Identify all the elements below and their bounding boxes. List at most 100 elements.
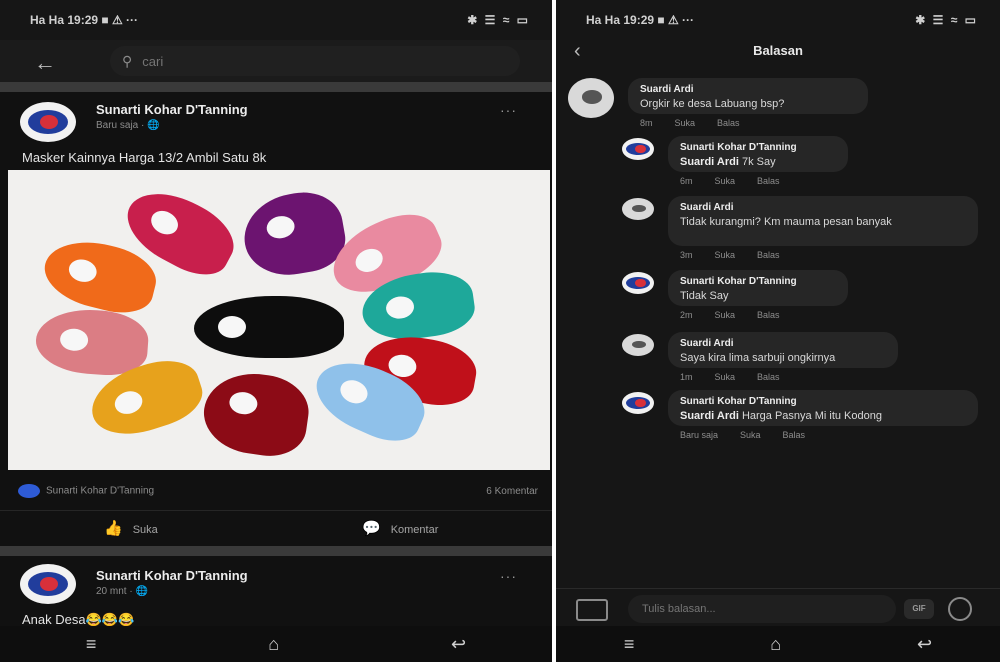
replies-header: ‹ Balasan bbox=[556, 40, 1000, 66]
emoji-icon[interactable] bbox=[948, 597, 972, 621]
reply-time: 3m bbox=[680, 250, 693, 260]
back-icon[interactable]: ↩ bbox=[917, 634, 932, 655]
status-bar: Ha Ha 19:29 ■ ⚠ ··· ✱ ☰ ≈ ▭ bbox=[556, 0, 1000, 40]
home-icon[interactable]: ⌂ bbox=[268, 634, 279, 655]
more-options-icon[interactable]: ··· bbox=[500, 568, 517, 584]
comments-count[interactable]: 6 Komentar bbox=[486, 486, 538, 497]
system-nav-bar: ≡ ⌂ ↩ bbox=[556, 626, 1000, 662]
reply-bubble: Sunarti Kohar D'Tanning Suardi Ardi 7k S… bbox=[668, 136, 848, 172]
post-meta: 20 mnt · 🌐 bbox=[96, 586, 148, 597]
status-bar: Ha Ha 19:29 ■ ⚠ ··· ✱ ☰ ≈ ▭ bbox=[0, 0, 552, 40]
camera-icon[interactable] bbox=[576, 599, 608, 621]
reply-meta: 8m Suka Balas bbox=[640, 118, 762, 128]
feed-divider bbox=[0, 546, 552, 556]
post-meta: Baru saja · 🌐 bbox=[96, 120, 160, 131]
reply-bubble: Suardi Ardi Orgkir ke desa Labuang bsp? bbox=[628, 78, 868, 114]
post-photo[interactable] bbox=[8, 170, 550, 470]
reply-bubble: Sunarti Kohar D'Tanning Tidak Say bbox=[668, 270, 848, 306]
avatar[interactable] bbox=[622, 334, 654, 356]
avatar[interactable] bbox=[622, 272, 654, 294]
reply-text: Suardi Ardi Harga Pasnya Mi itu Kodong bbox=[680, 409, 966, 423]
reply-reply-link[interactable]: Balas bbox=[757, 250, 780, 260]
search-input[interactable] bbox=[140, 52, 445, 70]
menu-icon[interactable]: ≡ bbox=[624, 634, 635, 655]
reply-like-link[interactable]: Suka bbox=[715, 310, 736, 320]
likers-summary[interactable]: Sunarti Kohar D'Tanning bbox=[18, 484, 154, 498]
reply-text-body: 7k Say bbox=[741, 156, 776, 168]
left-screen: Ha Ha 19:29 ■ ⚠ ··· ✱ ☰ ≈ ▭ ← ⚲ Sunarti … bbox=[0, 0, 552, 662]
reply-author[interactable]: Sunarti Kohar D'Tanning bbox=[680, 276, 836, 287]
reply-author[interactable]: Suardi Ardi bbox=[680, 338, 886, 349]
status-time: Ha Ha 19:29 ■ ⚠ ··· bbox=[30, 13, 139, 27]
like-label: Suka bbox=[132, 524, 158, 536]
reply-reply-link[interactable]: Balas bbox=[757, 310, 780, 320]
like-button[interactable]: 👍 Suka bbox=[104, 519, 158, 537]
reply-author[interactable]: Suardi Ardi bbox=[680, 202, 966, 213]
gif-button[interactable]: GIF bbox=[904, 599, 934, 619]
system-nav-bar: ≡ ⌂ ↩ bbox=[0, 626, 552, 662]
reply-author[interactable]: Sunarti Kohar D'Tanning bbox=[680, 142, 836, 153]
avatar[interactable] bbox=[622, 198, 654, 220]
reply-author[interactable]: Suardi Ardi bbox=[640, 84, 856, 95]
feed-divider bbox=[0, 82, 552, 92]
reply-like-link[interactable]: Suka bbox=[740, 430, 761, 440]
reply-meta: Baru saja Suka Balas bbox=[680, 430, 827, 440]
menu-icon[interactable]: ≡ bbox=[86, 634, 97, 655]
avatar[interactable] bbox=[622, 138, 654, 160]
reply-like-link[interactable]: Suka bbox=[715, 250, 736, 260]
back-icon[interactable]: ↩ bbox=[451, 634, 466, 655]
reply-meta: 2m Suka Balas bbox=[680, 310, 802, 320]
mask-rose bbox=[33, 306, 151, 378]
avatar[interactable] bbox=[20, 102, 76, 142]
home-icon[interactable]: ⌂ bbox=[770, 634, 781, 655]
reply-like-link[interactable]: Suka bbox=[715, 372, 736, 382]
reply-text: Saya kira lima sarbuji ongkirnya bbox=[680, 352, 836, 364]
reply-like-link[interactable]: Suka bbox=[715, 176, 736, 186]
post-text: Masker Kainnya Harga 13/2 Ambil Satu 8k bbox=[22, 150, 267, 165]
reply-input[interactable] bbox=[628, 595, 896, 623]
avatar[interactable] bbox=[20, 564, 76, 604]
avatar[interactable] bbox=[568, 78, 614, 118]
reply-text-body: Harga Pasnya Mi itu Kodong bbox=[741, 410, 882, 422]
search-box[interactable]: ⚲ bbox=[110, 46, 520, 76]
search-icon: ⚲ bbox=[122, 52, 133, 69]
reply-author[interactable]: Sunarti Kohar D'Tanning bbox=[680, 396, 966, 407]
reply-time: 2m bbox=[680, 310, 693, 320]
reply-time: 8m bbox=[640, 118, 653, 128]
reply-reply-link[interactable]: Balas bbox=[757, 372, 780, 382]
search-bar: ← ⚲ bbox=[0, 40, 552, 82]
back-arrow-icon[interactable]: ← bbox=[34, 50, 56, 76]
reply-reply-link[interactable]: Balas bbox=[717, 118, 740, 128]
post-author[interactable]: Sunarti Kohar D'Tanning bbox=[96, 568, 248, 583]
likers-name: Sunarti Kohar D'Tanning bbox=[46, 485, 155, 497]
post-actions: 👍 Suka 💬 Komentar bbox=[0, 510, 552, 545]
reply-reply-link[interactable]: Balas bbox=[783, 430, 806, 440]
mask-black bbox=[194, 296, 344, 358]
reply-bubble: Suardi Ardi Tidak kurangmi? Km mauma pes… bbox=[668, 196, 978, 246]
reply-text: Orgkir ke desa Labuang bsp? bbox=[640, 98, 785, 110]
reply-reply-link[interactable]: Balas bbox=[757, 176, 780, 186]
thumbs-up-icon: 👍 bbox=[104, 520, 123, 537]
reactions-row: Sunarti Kohar D'Tanning 6 Komentar bbox=[18, 484, 538, 498]
reply-like-link[interactable]: Suka bbox=[675, 118, 696, 128]
reply-text: Tidak Say bbox=[680, 290, 729, 302]
mention-tag[interactable]: Suardi Ardi bbox=[680, 410, 739, 422]
mention-tag[interactable]: Suardi Ardi bbox=[680, 156, 739, 168]
reply-composer: GIF bbox=[556, 588, 1000, 629]
post-author[interactable]: Sunarti Kohar D'Tanning bbox=[96, 102, 248, 117]
reply-bubble: Sunarti Kohar D'Tanning Suardi Ardi Harg… bbox=[668, 390, 978, 426]
comment-button[interactable]: 💬 Komentar bbox=[362, 519, 438, 537]
more-options-icon[interactable]: ··· bbox=[500, 102, 517, 118]
status-icons: ✱ ☰ ≈ ▭ bbox=[467, 13, 530, 27]
status-icons: ✱ ☰ ≈ ▭ bbox=[915, 13, 978, 27]
page-title: Balasan bbox=[753, 43, 803, 58]
comment-icon: 💬 bbox=[362, 520, 381, 537]
mask-maroon bbox=[198, 367, 314, 461]
right-screen: Ha Ha 19:29 ■ ⚠ ··· ✱ ☰ ≈ ▭ ‹ Balasan Su… bbox=[556, 0, 1000, 662]
comment-label: Komentar bbox=[390, 524, 439, 536]
avatar[interactable] bbox=[622, 392, 654, 414]
reply-text: Tidak kurangmi? Km mauma pesan banyak bbox=[680, 216, 892, 228]
reply-time: 1m bbox=[680, 372, 693, 382]
post-card: Sunarti Kohar D'Tanning Baru saja · 🌐 ··… bbox=[0, 92, 552, 546]
reply-time: 6m bbox=[680, 176, 693, 186]
